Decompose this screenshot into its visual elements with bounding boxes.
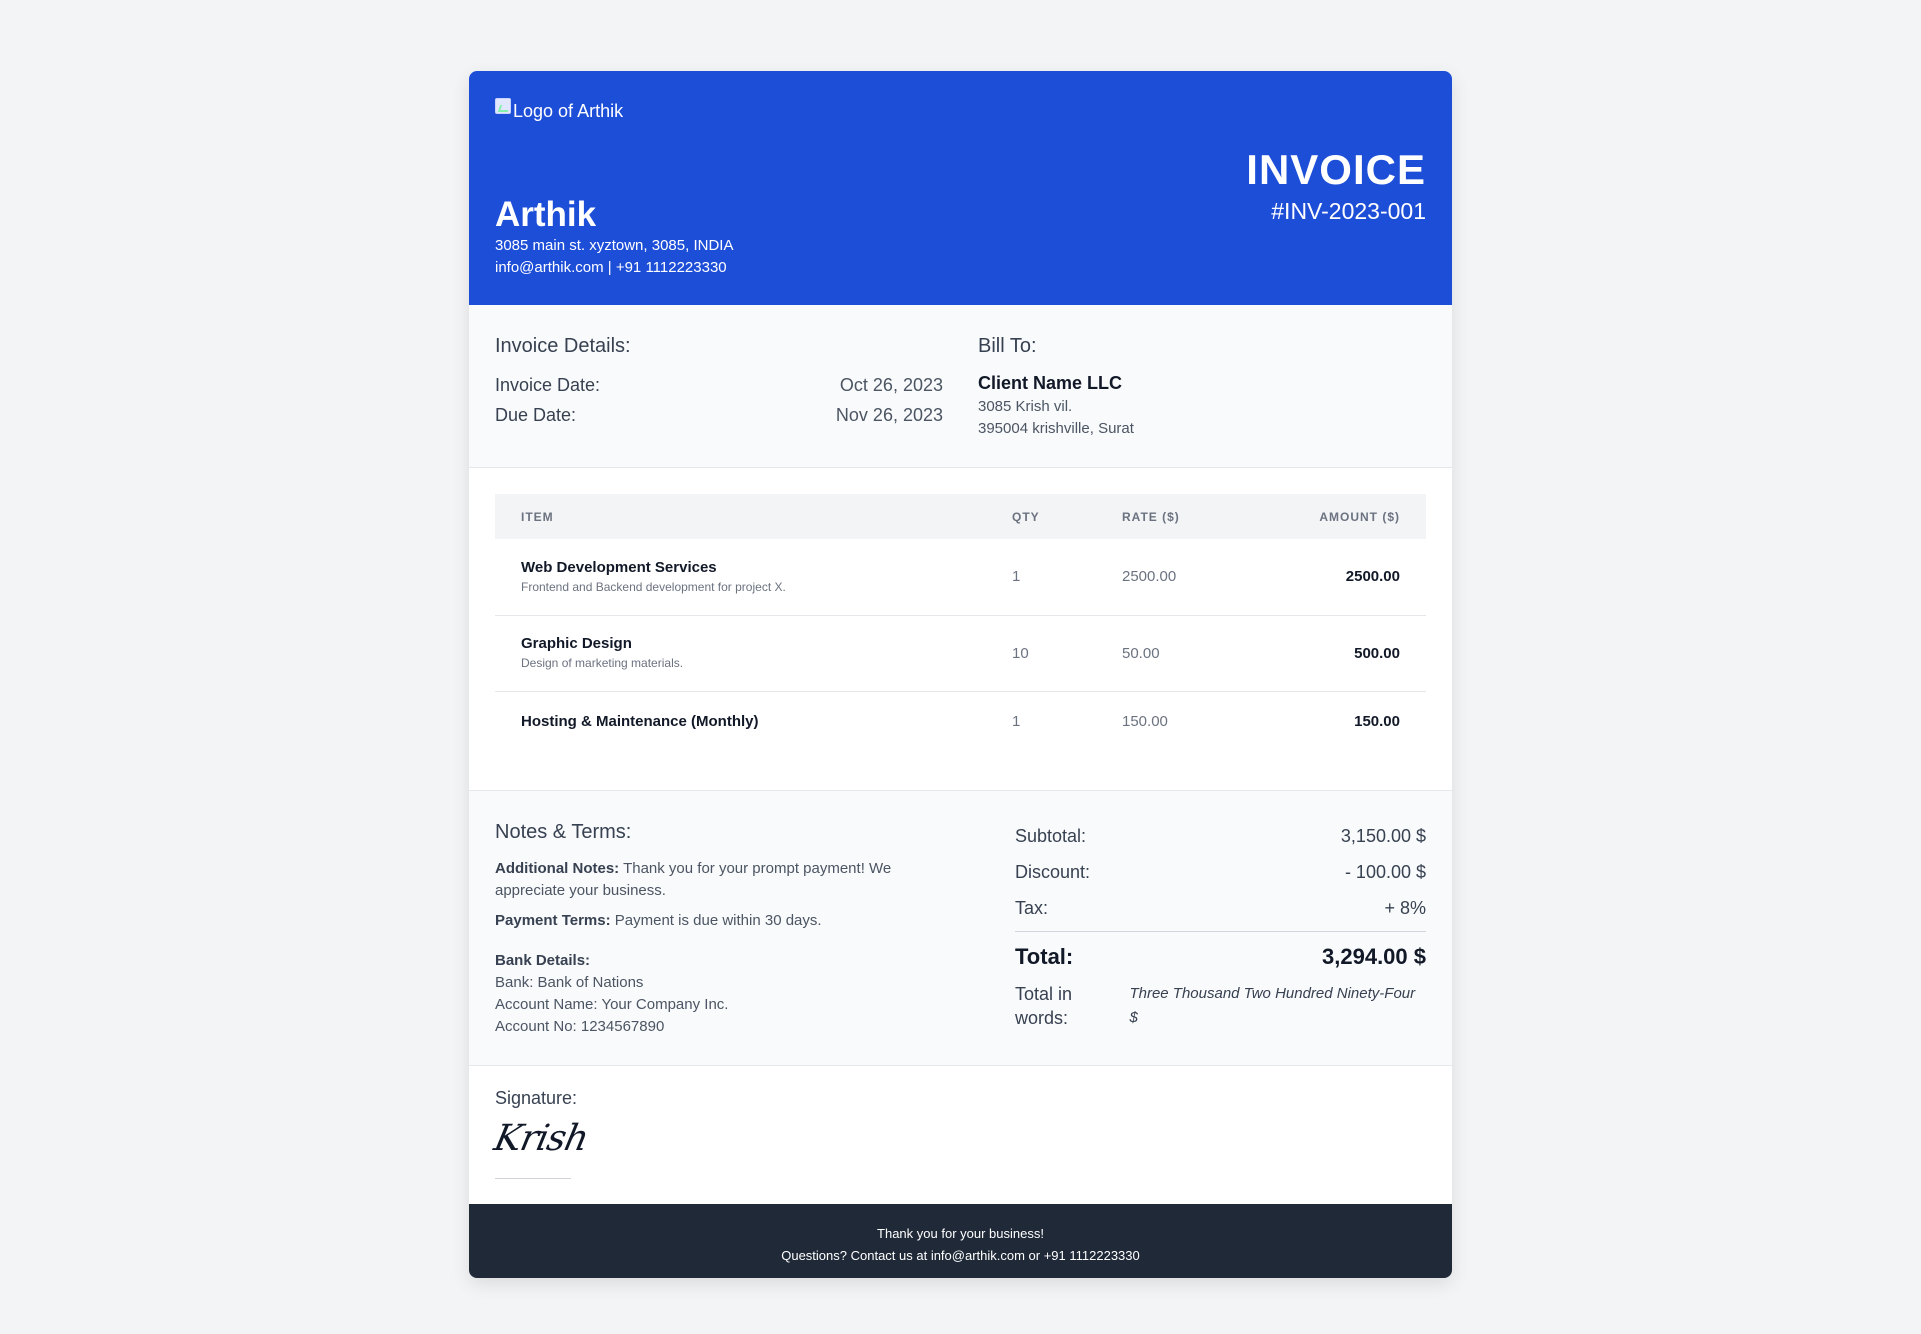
payment-terms-text: Payment is due within 30 days.: [614, 912, 822, 929]
bank-details-label: Bank Details:: [495, 952, 591, 969]
column-header-item: ITEM: [521, 509, 554, 524]
subtotal-label: Subtotal:: [1015, 826, 1087, 846]
qty-cell: 1: [1012, 713, 1021, 731]
footer-thanks: Thank you for your business!: [877, 1226, 1044, 1241]
item-name: Web Development Services: [521, 558, 717, 576]
logo-alt-text: Logo of Arthik: [513, 101, 624, 121]
total-value: 3,294.00 $: [1322, 944, 1426, 969]
rate-cell: 2500.00: [1096, 539, 1246, 616]
additional-notes-label: Additional Notes:: [495, 860, 620, 877]
item-cell: Web Development Services Frontend and Ba…: [495, 539, 986, 616]
invoice-number: #INV-2023-001: [1271, 198, 1426, 224]
subtotal-value: 3,150.00 $: [1340, 826, 1426, 846]
invoice-title: INVOICE: [1246, 146, 1426, 193]
footer-contact: Questions? Contact us at info@arthik.com…: [781, 1248, 1140, 1263]
invoice-date-value: Oct 26, 2023: [839, 375, 943, 395]
column-header-rate: RATE ($): [1122, 509, 1180, 524]
company-info: Arthik 3085 main st. xyztown, 3085, INDI…: [495, 195, 733, 279]
notes-heading: Notes & Terms:: [495, 821, 632, 843]
column-header-qty: QTY: [1012, 509, 1040, 524]
account-name: Account Name: Your Company Inc.: [495, 996, 729, 1013]
column-header-amount: AMOUNT ($): [1319, 509, 1400, 524]
invoice-details: Invoice Details: Invoice Date: Oct 26, 2…: [495, 335, 943, 430]
table-row: Web Development Services Frontend and Ba…: [495, 539, 1426, 616]
due-date-label: Due Date:: [495, 405, 577, 425]
invoice-header: Logo of Arthik Arthik 3085 main st. xyzt…: [469, 71, 1452, 305]
tax-row: Tax: + 8%: [1015, 890, 1426, 926]
bill-to-heading: Bill To:: [978, 335, 1037, 357]
discount-value: - 100.00 $: [1344, 862, 1426, 882]
rate-cell: 150.00: [1122, 713, 1168, 731]
totals: Subtotal: 3,150.00 $ Discount: - 100.00 …: [1015, 818, 1426, 1030]
item-description: Design of marketing materials.: [521, 656, 684, 670]
additional-notes: Additional Notes: Thank you for your pro…: [495, 858, 925, 902]
signature-line: [495, 1178, 571, 1179]
invoice-sheet: Logo of Arthik Arthik 3085 main st. xyzt…: [469, 71, 1452, 1278]
company-name: Arthik: [495, 195, 597, 234]
table-row: Graphic Design Design of marketing mater…: [495, 615, 1426, 692]
invoice-title-block: INVOICE #INV-2023-001: [1246, 147, 1426, 227]
due-date-value: Nov 26, 2023: [835, 405, 943, 425]
company-logo: Logo of Arthik: [495, 97, 624, 122]
broken-image-icon: [495, 97, 511, 114]
invoice-details-section: Invoice Details: Invoice Date: Oct 26, 2…: [469, 305, 1452, 468]
total-in-words-row: Total in words: Three Thousand Two Hundr…: [1015, 982, 1426, 1030]
invoice-date-label: Invoice Date:: [495, 375, 601, 395]
company-address: 3085 main st. xyztown, 3085, INDIA: [495, 237, 734, 254]
payment-terms: Payment Terms: Payment is due within 30 …: [495, 910, 925, 932]
account-number: Account No: 1234567890: [495, 1018, 665, 1035]
payment-terms-label: Payment Terms:: [495, 912, 611, 929]
discount-row: Discount: - 100.00 $: [1015, 854, 1426, 890]
client-address-line-1: 3085 Krish vil.: [978, 398, 1073, 415]
tax-value: + 8%: [1384, 898, 1426, 918]
amount-cell: 500.00: [1246, 615, 1426, 692]
signature-image: Krish: [490, 1118, 592, 1159]
client-address-line-2: 395004 krishville, Surat: [978, 420, 1134, 437]
total-row: Total: 3,294.00 $: [1015, 940, 1426, 974]
table-header-row: ITEM QTY RATE ($) AMOUNT ($): [495, 494, 1426, 539]
client-name: Client Name LLC: [978, 373, 1123, 393]
subtotal-row: Subtotal: 3,150.00 $: [1015, 818, 1426, 854]
item-name: Hosting & Maintenance (Monthly): [521, 712, 759, 730]
totals-divider: [1015, 931, 1426, 932]
total-in-words-label: Total in words:: [1015, 984, 1073, 1028]
rate-cell: 50.00: [1096, 615, 1246, 692]
bank-details: Bank Details: Bank: Bank of Nations Acco…: [495, 950, 925, 1038]
qty-cell: 10: [986, 615, 1096, 692]
line-items-section: ITEM QTY RATE ($) AMOUNT ($) Web Develop…: [469, 468, 1452, 790]
line-items-table: ITEM QTY RATE ($) AMOUNT ($) Web Develop…: [495, 494, 1426, 752]
item-cell: Hosting & Maintenance (Monthly): [495, 691, 986, 752]
table-row: Hosting & Maintenance (Monthly) 1 150.00…: [495, 691, 1426, 752]
item-cell: Graphic Design Design of marketing mater…: [495, 615, 986, 692]
total-in-words-value: Three Thousand Two Hundred Ninety-Four $: [1129, 985, 1416, 1026]
amount-cell: 150.00: [1354, 713, 1400, 731]
bank-name: Bank: Bank of Nations: [495, 974, 644, 991]
bill-to: Bill To: Client Name LLC 3085 Krish vil.…: [978, 335, 1408, 440]
company-contact: info@arthik.com | +91 1112223330: [495, 259, 727, 276]
tax-label: Tax:: [1015, 898, 1049, 918]
notes-and-totals-section: Notes & Terms: Additional Notes: Thank y…: [469, 790, 1452, 1066]
item-name: Graphic Design: [521, 635, 632, 652]
due-date-row: Due Date: Nov 26, 2023: [495, 400, 943, 430]
amount-cell: 2500.00: [1246, 539, 1426, 616]
signature-section: Signature: Krish: [469, 1066, 1452, 1204]
total-label: Total:: [1015, 944, 1074, 969]
signature-label: Signature:: [495, 1088, 578, 1108]
invoice-date-row: Invoice Date: Oct 26, 2023: [495, 370, 943, 400]
qty-cell: 1: [986, 539, 1096, 616]
discount-label: Discount:: [1015, 862, 1091, 882]
invoice-footer: Thank you for your business! Questions? …: [469, 1204, 1452, 1278]
invoice-details-heading: Invoice Details:: [495, 335, 631, 357]
notes-terms: Notes & Terms: Additional Notes: Thank y…: [495, 821, 925, 1038]
item-description: Frontend and Backend development for pro…: [521, 579, 786, 594]
